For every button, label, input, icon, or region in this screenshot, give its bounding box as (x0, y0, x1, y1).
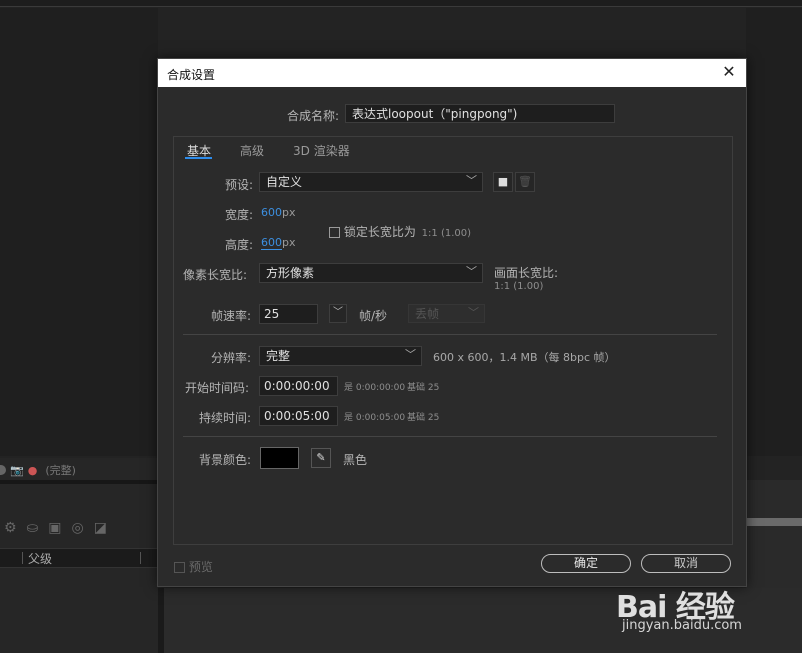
play-indicator-icon[interactable] (0, 465, 6, 475)
camera-icon[interactable]: 📷 (10, 464, 24, 477)
chevron-down-icon: ﹀ (466, 174, 477, 187)
eyedropper-button[interactable]: ✎ (311, 448, 331, 468)
chevron-down-icon: ﹀ (468, 306, 479, 319)
ok-button[interactable]: 确定 (541, 554, 631, 573)
drop-frame-dropdown[interactable]: 丢帧 ﹀ (408, 304, 485, 323)
width-value[interactable]: 600 (261, 206, 282, 219)
pixel-aspect-label: 像素长宽比: (183, 268, 248, 282)
chevron-down-icon: ﹀ (466, 265, 477, 278)
motion-blur-icon[interactable]: ◎ (72, 520, 84, 536)
project-panel (0, 8, 158, 456)
preview-checkbox[interactable] (174, 562, 185, 573)
shy-icon[interactable]: ⚙ (4, 520, 17, 536)
background-color-swatch[interactable] (260, 447, 299, 469)
timeline-toolbar: 📷 ● (完整) (0, 462, 76, 478)
drop-frame-value: 丢帧 (415, 307, 440, 321)
composition-name-label: 合成名称: (287, 109, 340, 123)
lock-aspect-checkbox[interactable] (329, 227, 340, 238)
pixel-aspect-dropdown[interactable]: 方形像素 ﹀ (259, 263, 483, 283)
dialog-title: 合成设置 (167, 68, 216, 82)
width-unit: px (282, 206, 296, 219)
save-preset-button[interactable]: ■ (493, 172, 513, 192)
section-divider (183, 436, 717, 437)
settings-panel (173, 136, 733, 545)
timeline-divider (0, 480, 158, 484)
preset-label: 预设: (225, 178, 254, 192)
active-tab-indicator (185, 157, 212, 159)
start-timecode-base: 基础 25 (407, 383, 440, 393)
start-timecode-note: 是 0:00:00:00 (344, 383, 406, 393)
resolution-label[interactable]: (完整) (45, 462, 76, 478)
preset-dropdown[interactable]: 自定义 ﹀ (259, 172, 483, 192)
start-timecode-label: 开始时间码: (185, 381, 250, 395)
frame-aspect-label: 画面长宽比: (494, 266, 559, 280)
chevron-down-icon: ﹀ (333, 307, 343, 318)
close-icon[interactable]: ✕ (718, 61, 740, 83)
frame-rate-unit: 帧/秒 (359, 309, 388, 323)
app-top-bar (0, 0, 802, 7)
frame-rate-dropdown[interactable]: ﹀ (329, 304, 347, 323)
layers-icon[interactable]: ▣ (48, 520, 61, 536)
solo-icon[interactable]: ⛀ (27, 520, 39, 536)
frame-rate-label: 帧速率: (211, 309, 252, 323)
dialog-titlebar: 合成设置 ✕ (158, 59, 746, 87)
delete-preset-button[interactable]: 🗑 (515, 172, 535, 192)
parent-column-label: 父级 (28, 552, 53, 566)
height-value[interactable]: 600 (261, 236, 282, 250)
background-color-name: 黑色 (343, 453, 368, 467)
resolution-label: 分辨率: (211, 351, 252, 365)
background-color-label: 背景颜色: (199, 453, 252, 467)
duration-label: 持续时间: (199, 411, 252, 425)
save-preset-icon: ■ (497, 175, 509, 188)
color-wheel-icon[interactable]: ● (28, 464, 38, 477)
graph-editor-icon[interactable]: ◪ (94, 520, 107, 536)
tab-3d-renderer[interactable]: 3D 渲染器 (293, 142, 350, 159)
watermark-url: jingyan.baidu.com (622, 618, 742, 633)
duration-note: 是 0:00:05:00 (344, 413, 406, 423)
duration-input[interactable]: 0:00:05:00 (259, 406, 338, 426)
preview-checkbox-group[interactable]: 预览 (174, 558, 213, 575)
height-unit: px (282, 236, 296, 249)
section-divider (183, 334, 717, 335)
height-label: 高度: (225, 238, 254, 252)
start-timecode-input[interactable]: 0:00:00:00 (259, 376, 338, 396)
lock-aspect-ratio: 1:1 (1.00) (421, 228, 472, 239)
composition-name-input[interactable]: 表达式loopout（"pingpong") (345, 104, 615, 123)
right-panel (746, 8, 802, 456)
trash-icon: 🗑 (518, 175, 532, 188)
lock-aspect-checkbox-group[interactable]: 锁定长宽比为 1:1 (1.00) (329, 223, 471, 240)
eyedropper-icon: ✎ (316, 451, 326, 464)
lock-aspect-label: 锁定长宽比为 (343, 225, 416, 239)
resolution-value: 完整 (266, 349, 291, 363)
right-scroll-bar[interactable] (746, 518, 802, 526)
chevron-down-icon: ﹀ (405, 348, 416, 361)
tab-advanced[interactable]: 高级 (240, 142, 264, 159)
frame-aspect-value: 1:1 (1.00) (494, 281, 544, 292)
timeline-column-header: 父级 (0, 548, 158, 568)
preset-value: 自定义 (266, 175, 303, 189)
resolution-info: 600 x 600，1.4 MB（每 8bpc 帧） (433, 351, 616, 364)
width-label: 宽度: (225, 208, 254, 222)
cancel-button[interactable]: 取消 (641, 554, 731, 573)
timeline-tools: ⚙ ⛀ ▣ ◎ ◪ (4, 520, 107, 536)
resolution-dropdown[interactable]: 完整 ﹀ (259, 346, 422, 366)
duration-base: 基础 25 (407, 413, 440, 423)
pixel-aspect-value: 方形像素 (266, 266, 315, 280)
frame-rate-input[interactable]: 25 (259, 304, 318, 324)
composition-settings-dialog: 合成设置 ✕ 合成名称: 表达式loopout（"pingpong") 基本 高… (157, 58, 747, 587)
preview-label: 预览 (188, 560, 213, 574)
